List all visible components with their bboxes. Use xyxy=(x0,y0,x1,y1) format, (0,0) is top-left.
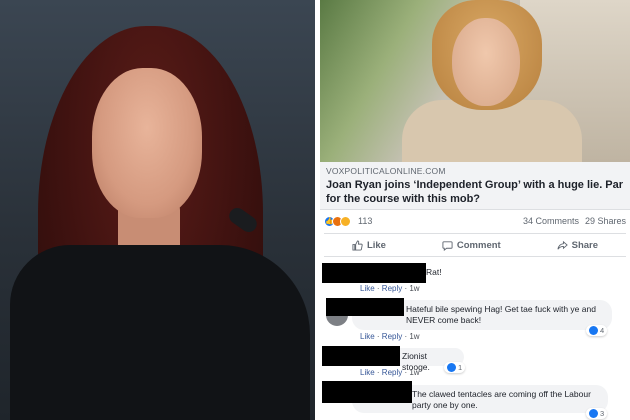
comment-like-count: 3 xyxy=(600,409,605,418)
comment-timestamp[interactable]: 1w xyxy=(409,332,419,341)
comment-reply-link[interactable]: Reply xyxy=(382,368,402,377)
comment-reply-link[interactable]: Reply xyxy=(382,284,402,293)
redacted-name xyxy=(322,346,400,366)
comment-like-link[interactable]: Like xyxy=(360,284,375,293)
comment-text: The clawed tentacles are coming off the … xyxy=(412,389,591,410)
like-reaction-icon xyxy=(589,326,598,335)
comment-button-label: Comment xyxy=(456,239,501,251)
facebook-post: VOXPOLITICALONLINE.COM Joan Ryan joins ‘… xyxy=(316,0,630,420)
comment-button[interactable]: Comment xyxy=(442,240,501,251)
reaction-count[interactable]: 113 xyxy=(358,216,372,226)
shares-count-link[interactable]: 29 Shares xyxy=(585,216,626,226)
comment-text: Rat! xyxy=(426,267,442,277)
left-portrait-photo xyxy=(0,0,315,420)
redacted-name xyxy=(322,263,426,283)
share-button-label: Share xyxy=(571,239,599,251)
comment-timestamp[interactable]: 1w xyxy=(409,284,419,293)
link-preview-meta[interactable]: VOXPOLITICALONLINE.COM Joan Ryan joins ‘… xyxy=(320,162,630,210)
comment-bubble: Rat! xyxy=(422,265,452,281)
thumbs-up-icon xyxy=(352,239,363,251)
speech-bubble-icon xyxy=(442,240,453,251)
comment-like-badge[interactable]: 4 xyxy=(586,325,608,336)
comments-count-link[interactable]: 34 Comments xyxy=(523,216,579,226)
redacted-name xyxy=(322,381,412,403)
comment-text: Hateful bile spewing Hag! Get tae fuck w… xyxy=(406,304,596,325)
like-button-label: Like xyxy=(366,239,386,251)
link-title[interactable]: Joan Ryan joins ‘Independent Group’ with… xyxy=(326,178,624,206)
post-action-bar: Like Comment Share xyxy=(324,233,626,257)
comment-like-link[interactable]: Like xyxy=(360,368,375,377)
comment-like-badge[interactable]: 1 xyxy=(444,362,466,373)
reactions-summary: 👍 113 34 Comments 29 Shares xyxy=(324,212,626,230)
like-reaction-icon xyxy=(447,363,456,372)
comment-meta: Like · Reply · 1w xyxy=(360,368,420,377)
comment-like-count: 4 xyxy=(600,326,605,335)
portrait-clothing xyxy=(10,245,310,420)
haha-reaction-icon xyxy=(340,215,351,227)
comment-meta: Like · Reply · 1w xyxy=(360,284,420,293)
meta-separator: · xyxy=(374,368,382,377)
link-domain: VOXPOLITICALONLINE.COM xyxy=(326,166,446,176)
like-button[interactable]: Like xyxy=(352,240,386,251)
portrait-face xyxy=(92,68,202,218)
comment-reply-link[interactable]: Reply xyxy=(382,332,402,341)
comment-meta: Like · Reply · 1w xyxy=(360,332,420,341)
share-arrow-icon xyxy=(557,240,568,249)
link-preview-image[interactable] xyxy=(320,0,630,162)
meta-separator: · xyxy=(374,284,382,293)
comment-like-badge[interactable]: 3 xyxy=(586,408,608,419)
share-button[interactable]: Share xyxy=(557,240,598,251)
like-reaction-icon xyxy=(589,409,598,418)
reaction-icons[interactable]: 👍 xyxy=(324,215,351,227)
comment-timestamp[interactable]: 1w xyxy=(409,368,419,377)
meta-separator: · xyxy=(374,332,382,341)
redacted-name xyxy=(326,298,404,316)
comment-like-link[interactable]: Like xyxy=(360,332,375,341)
comment-like-count: 1 xyxy=(458,363,463,372)
subject-face xyxy=(452,18,520,106)
